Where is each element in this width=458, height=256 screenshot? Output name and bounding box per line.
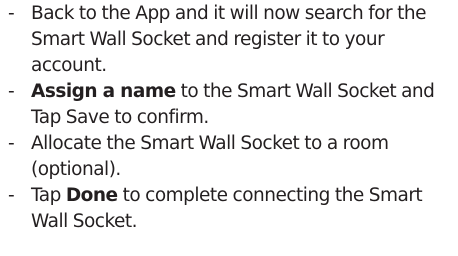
instruction-step: - Tap Done to complete connecting the Sma… [0,183,456,235]
instruction-step: - Allocate the Smart Wall Socket to a roo… [0,131,456,183]
dash-bullet: - [8,3,15,24]
dash-bullet: - [8,133,15,154]
step-emphasis: Done [65,185,118,206]
dash-bullet: - [8,185,15,206]
instruction-list: - Back to the App and it will now search … [0,1,456,235]
instruction-page: { "steps": [ { "bullet": "-", "parts": [… [0,0,458,256]
instruction-step: - Assign a name to the Smart Wall Socket … [0,79,456,131]
instruction-step: - Back to the App and it will now search … [0,1,456,79]
step-text: Back to the App and it will now search f… [31,3,426,76]
step-text: Allocate the Smart Wall Socket to a room… [31,133,389,180]
step-emphasis: Assign a name [31,81,176,102]
dash-bullet: - [8,81,15,102]
step-text: Tap [31,185,66,206]
